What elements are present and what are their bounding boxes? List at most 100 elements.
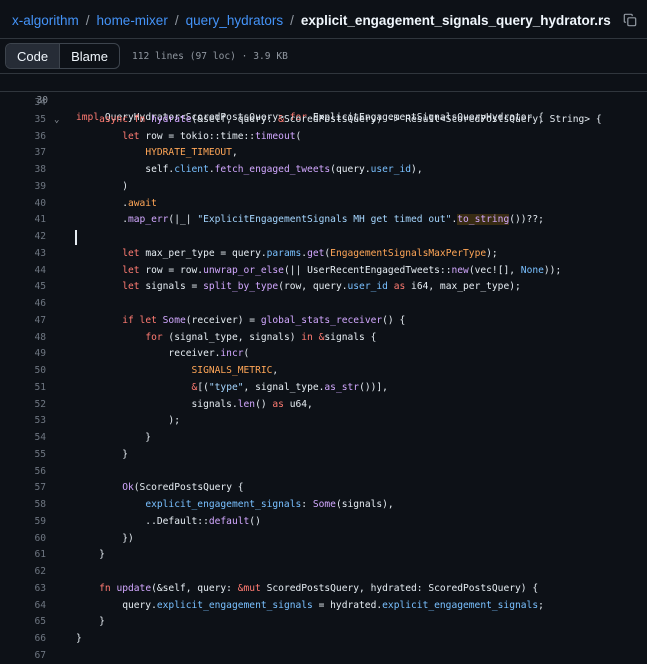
line-number[interactable]: 50 bbox=[0, 363, 46, 380]
line-number[interactable]: 64 bbox=[0, 598, 46, 615]
code-line[interactable]: 66} bbox=[0, 631, 647, 648]
code-line[interactable]: 37 HYDRATE_TIMEOUT, bbox=[0, 145, 647, 162]
code-view-button[interactable]: Code bbox=[6, 44, 61, 68]
code-line[interactable]: 51 &[("type", signal_type.as_str())], bbox=[0, 380, 647, 397]
line-number[interactable]: 36 bbox=[0, 129, 46, 146]
code-line[interactable]: 67 bbox=[0, 648, 647, 664]
code-line[interactable]: 34 bbox=[0, 95, 647, 112]
code-text: } bbox=[76, 547, 105, 564]
code-token: (&self, query: bbox=[191, 113, 279, 125]
code-line[interactable]: 39 ) bbox=[0, 179, 647, 196]
code-line[interactable]: 64 query.explicit_engagement_signals = h… bbox=[0, 598, 647, 615]
code-text: query.explicit_engagement_signals = hydr… bbox=[76, 598, 544, 615]
line-number[interactable]: 45 bbox=[0, 279, 46, 296]
code-token: in bbox=[301, 331, 319, 343]
line-number[interactable]: 56 bbox=[0, 464, 46, 481]
code-line[interactable]: 42 bbox=[0, 229, 647, 246]
code-text: async fn hydrate(&self, query: &ScoredPo… bbox=[76, 112, 602, 129]
code-text: Ok(ScoredPostsQuery { bbox=[76, 480, 243, 497]
code-line[interactable]: 44 let row = row.unwrap_or_else(|| UserR… bbox=[0, 263, 647, 280]
code-line[interactable]: 54 } bbox=[0, 430, 647, 447]
code-line[interactable]: 57 Ok(ScoredPostsQuery { bbox=[0, 480, 647, 497]
line-number[interactable]: 66 bbox=[0, 631, 46, 648]
blame-view-button[interactable]: Blame bbox=[60, 44, 119, 68]
line-number[interactable]: 60 bbox=[0, 531, 46, 548]
line-number[interactable]: 47 bbox=[0, 313, 46, 330]
code-text: ) bbox=[76, 179, 128, 196]
code-token: ), bbox=[411, 164, 423, 175]
line-number[interactable]: 61 bbox=[0, 547, 46, 564]
code-text: SIGNALS_METRIC, bbox=[76, 363, 279, 380]
code-token: self. bbox=[76, 164, 175, 175]
line-number[interactable]: 65 bbox=[0, 614, 46, 631]
breadcrumb-current-file: explicit_engagement_signals_query_hydrat… bbox=[300, 12, 611, 28]
code-line[interactable]: 43 let max_per_type = query.params.get(E… bbox=[0, 246, 647, 263]
code-line[interactable]: 36 let row = tokio::time::timeout( bbox=[0, 129, 647, 146]
code-token: split_by_type bbox=[203, 281, 279, 293]
line-number[interactable]: 46 bbox=[0, 296, 46, 313]
code-line[interactable]: 47 if let Some(receiver) = global_stats_… bbox=[0, 313, 647, 330]
line-number[interactable]: 51 bbox=[0, 380, 46, 397]
line-number[interactable]: 39 bbox=[0, 179, 46, 196]
copy-path-button[interactable] bbox=[622, 12, 638, 28]
line-number[interactable]: 49 bbox=[0, 346, 46, 363]
code-token: async fn bbox=[99, 113, 152, 125]
line-number[interactable]: 57 bbox=[0, 480, 46, 497]
breadcrumb-dir-home-mixer-link[interactable]: home-mixer bbox=[97, 13, 168, 28]
line-number[interactable]: 52 bbox=[0, 397, 46, 414]
code-line[interactable]: 60 }) bbox=[0, 531, 647, 548]
breadcrumb-dir-query-hydrators-link[interactable]: query_hydrators bbox=[186, 13, 284, 28]
code-line[interactable]: 61 } bbox=[0, 547, 647, 564]
line-number[interactable]: 41 bbox=[0, 212, 46, 229]
code-line[interactable]: 58 explicit_engagement_signals: Some(sig… bbox=[0, 497, 647, 514]
code-line[interactable]: 40 .await bbox=[0, 196, 647, 213]
line-number[interactable]: 53 bbox=[0, 413, 46, 430]
line-number[interactable]: 34 bbox=[0, 95, 46, 112]
code-line[interactable]: 49 receiver.incr( bbox=[0, 346, 647, 363]
code-line[interactable]: 48 for (signal_type, signals) in &signal… bbox=[0, 330, 647, 347]
code-line[interactable]: 65 } bbox=[0, 614, 647, 631]
line-number[interactable]: 63 bbox=[0, 581, 46, 598]
line-number[interactable]: 55 bbox=[0, 447, 46, 464]
code-text: } bbox=[76, 447, 128, 464]
code-token: } bbox=[76, 616, 105, 628]
line-number[interactable]: 35 bbox=[0, 112, 46, 129]
code-line[interactable]: 62 bbox=[0, 564, 647, 581]
line-number[interactable]: 58 bbox=[0, 497, 46, 514]
line-number[interactable]: 40 bbox=[0, 196, 46, 213]
code-line[interactable]: 52 signals.len() as u64, bbox=[0, 397, 647, 414]
line-number[interactable]: 62 bbox=[0, 564, 46, 581]
line-number[interactable]: 67 bbox=[0, 648, 46, 664]
code-line[interactable]: 55 } bbox=[0, 447, 647, 464]
line-number[interactable]: 38 bbox=[0, 162, 46, 179]
line-number[interactable]: 37 bbox=[0, 145, 46, 162]
code-line[interactable]: 41 .map_err(|_| "ExplicitEngagementSigna… bbox=[0, 212, 647, 229]
sticky-scope-header[interactable]: 30 impl QueryHydrator<ScoredPostsQuery> … bbox=[0, 75, 647, 123]
line-number[interactable]: 59 bbox=[0, 514, 46, 531]
code-line[interactable]: 46 bbox=[0, 296, 647, 313]
line-number[interactable]: 54 bbox=[0, 430, 46, 447]
code-text: .await bbox=[76, 196, 157, 213]
code-line[interactable]: 50 SIGNALS_METRIC, bbox=[0, 363, 647, 380]
code-token: () { bbox=[382, 314, 406, 326]
line-number[interactable]: 44 bbox=[0, 263, 46, 280]
code-line[interactable]: 59 ..Default::default() bbox=[0, 514, 647, 531]
code-line[interactable]: 38 self.client.fetch_engaged_tweets(quer… bbox=[0, 162, 647, 179]
code-token: signals { bbox=[324, 331, 377, 343]
code-line[interactable]: 63 fn update(&self, query: &mut ScoredPo… bbox=[0, 581, 647, 598]
fold-chevron-icon[interactable]: ⌄ bbox=[54, 112, 64, 129]
breadcrumb-repo-link[interactable]: x-algorithm bbox=[12, 13, 79, 28]
code-token: as bbox=[272, 398, 290, 410]
code-line[interactable]: 45 let signals = split_by_type(row, quer… bbox=[0, 279, 647, 296]
line-number[interactable]: 43 bbox=[0, 246, 46, 263]
code-line[interactable]: 56 bbox=[0, 464, 647, 481]
code-line[interactable]: 53 ); bbox=[0, 413, 647, 430]
code-viewer[interactable]: 34 35 ⌄ async fn hydrate(&self, query: &Sc… bbox=[0, 95, 647, 664]
line-number[interactable]: 48 bbox=[0, 330, 46, 347]
code-line[interactable]: 35 ⌄ async fn hydrate(&self, query: &Scor… bbox=[0, 112, 647, 129]
code-token: i64, max_per_type); bbox=[411, 281, 521, 293]
line-number[interactable]: 42 bbox=[0, 229, 46, 246]
code-token: ..Default:: bbox=[76, 515, 209, 527]
